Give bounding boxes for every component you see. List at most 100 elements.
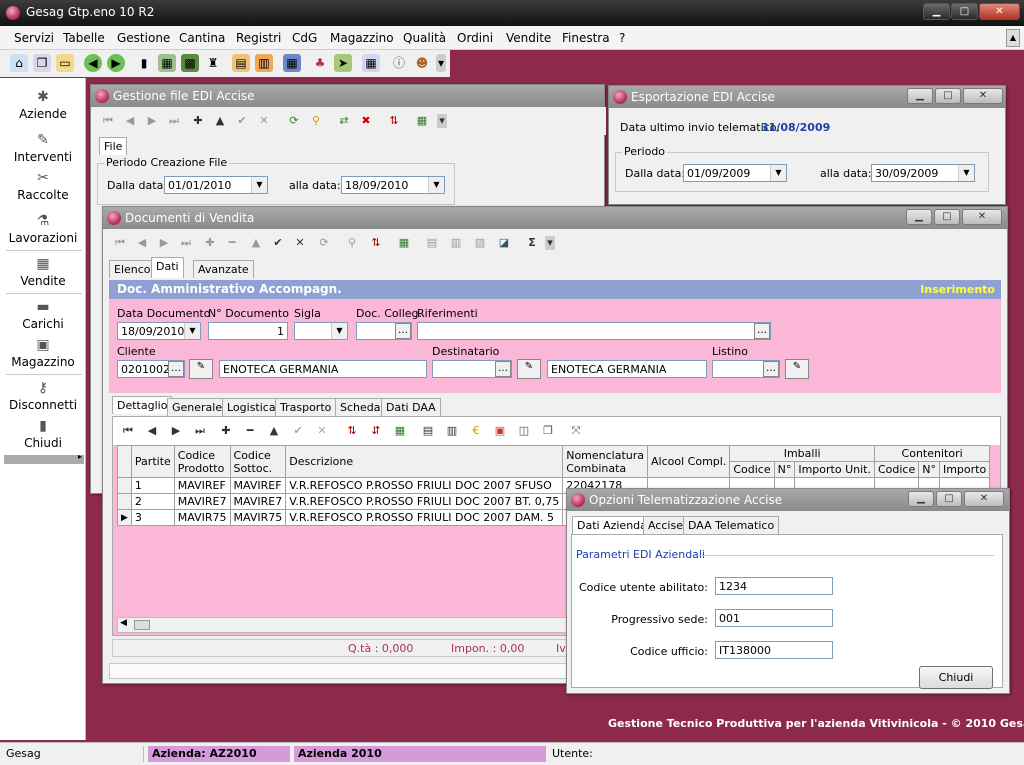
toolbar-overflow-icon[interactable]: ▾: [545, 236, 555, 250]
toolbar-overflow-icon[interactable]: ▾: [436, 54, 446, 72]
menu-tabelle[interactable]: Tabelle: [63, 31, 105, 45]
sidebar-item-interventi[interactable]: ✎ Interventi: [0, 131, 86, 164]
edit-cliente-icon[interactable]: ✎: [189, 359, 213, 379]
data-documento-input[interactable]: 18/09/2010 ▼: [117, 322, 201, 340]
cell-descrizione[interactable]: V.R.REFOSCO P.ROSSO FRIULI DOC 2007 SFUS…: [285, 477, 564, 494]
tab-scheda[interactable]: Scheda: [335, 398, 386, 416]
cell-descrizione[interactable]: V.R.REFOSCO P.ROSSO FRIULI DOC 2007 DAM.…: [285, 509, 564, 526]
cell-codice-sottoc[interactable]: MAVIRE7: [229, 493, 287, 510]
cell-codice-prodotto[interactable]: MAVIRE7: [173, 493, 231, 510]
menu-finestra[interactable]: Finestra: [562, 31, 610, 45]
tab-daa-telematico[interactable]: DAA Telematico: [683, 516, 780, 534]
next-icon[interactable]: ▶: [157, 236, 171, 250]
maximize-button[interactable]: □: [951, 3, 978, 20]
tab-generale[interactable]: Generale: [167, 398, 228, 416]
sort-icon[interactable]: ⇅: [387, 114, 401, 128]
export-maximize-button[interactable]: □: [935, 88, 961, 104]
last-icon[interactable]: ⏭: [193, 424, 207, 438]
cell-codice-sottoc[interactable]: MAVIR75: [229, 509, 287, 526]
print-icon[interactable]: ▥: [255, 54, 273, 72]
keyboard-icon[interactable]: ▤: [421, 424, 435, 438]
truck-icon[interactable]: ➤: [334, 54, 352, 72]
col-imballi-num[interactable]: N°: [773, 461, 796, 478]
first-icon[interactable]: ⏮: [113, 236, 127, 250]
menu-cdg[interactable]: CdG: [292, 31, 317, 45]
menu-qualita[interactable]: Qualità: [403, 31, 446, 45]
confirm-icon[interactable]: ✔: [235, 114, 249, 128]
edit-destinatario-icon[interactable]: ✎: [517, 359, 541, 379]
docs-minimize-button[interactable]: ▁: [906, 209, 932, 225]
cancel-icon[interactable]: ✕: [293, 236, 307, 250]
add-icon[interactable]: ✚: [191, 114, 205, 128]
ellipsis-icon[interactable]: …: [168, 361, 184, 377]
col-contenitori-codice[interactable]: Codice: [873, 461, 920, 478]
minimize-button[interactable]: ▁: [923, 3, 950, 20]
ellipsis-icon[interactable]: …: [754, 323, 770, 339]
ellipsis-icon[interactable]: …: [395, 323, 411, 339]
prev-icon[interactable]: ◀: [145, 424, 159, 438]
sidebar-item-magazzino[interactable]: ▣ Magazzino: [0, 336, 86, 369]
cell-codice-prodotto[interactable]: MAVIREF: [173, 477, 231, 494]
refresh-icon[interactable]: ⟳: [287, 114, 301, 128]
up-icon[interactable]: ▲: [249, 236, 263, 250]
tab-trasporto[interactable]: Trasporto: [275, 398, 337, 416]
cancel-icon[interactable]: ✕: [315, 424, 329, 438]
scroll-up-icon[interactable]: ▲: [1006, 29, 1020, 47]
last-icon[interactable]: ⏭: [179, 236, 193, 250]
tab-dati-azienda[interactable]: Dati Azienda: [572, 516, 652, 534]
menu-vendite[interactable]: Vendite: [506, 31, 551, 45]
close-button[interactable]: ✕: [979, 3, 1020, 20]
remove-row-icon[interactable]: ━: [243, 424, 257, 438]
chart-icon[interactable]: ▮: [135, 54, 153, 72]
from-date-input[interactable]: 01/01/2010 ▼: [164, 176, 268, 194]
cliente-name-input[interactable]: ENOTECA GERMANIA: [219, 360, 427, 378]
row-selector[interactable]: [117, 493, 132, 510]
codice-utente-input[interactable]: 1234: [715, 577, 833, 595]
home-icon[interactable]: ⌂: [10, 54, 28, 72]
tab-dati[interactable]: Dati: [151, 257, 184, 278]
excel-icon[interactable]: ▦: [397, 236, 411, 250]
col-partite[interactable]: Partite: [130, 445, 175, 478]
row-selector[interactable]: [117, 477, 132, 494]
back-icon[interactable]: ◀: [84, 54, 102, 72]
cancel-icon[interactable]: ✕: [257, 114, 271, 128]
menu-cantina[interactable]: Cantina: [179, 31, 225, 45]
add-icon[interactable]: ✚: [203, 236, 217, 250]
sidebar-item-aziende[interactable]: ✱ Aziende: [0, 88, 86, 121]
numero-documento-input[interactable]: 1: [208, 322, 288, 340]
sidebar-collapse-bar[interactable]: ▸: [4, 452, 84, 464]
wine-icon[interactable]: ♜: [204, 54, 222, 72]
chiudi-button[interactable]: Chiudi: [919, 666, 993, 689]
options-close-button[interactable]: ✕: [964, 491, 1004, 507]
destinatario-name-input[interactable]: ENOTECA GERMANIA: [547, 360, 707, 378]
col-descrizione[interactable]: Descrizione: [285, 445, 564, 478]
current-row-arrow-icon[interactable]: ▶: [117, 509, 132, 526]
tab-dettaglio[interactable]: Dettaglio: [112, 396, 173, 414]
dropdown-arrow-icon[interactable]: ▼: [428, 177, 444, 193]
first-icon[interactable]: ⏮: [121, 424, 135, 438]
riferimenti-input[interactable]: …: [417, 322, 771, 340]
export-from-input[interactable]: 01/09/2009 ▼: [683, 164, 787, 182]
dropdown-arrow-icon[interactable]: ▼: [331, 323, 347, 339]
export-close-button[interactable]: ✕: [963, 88, 1003, 104]
barcode-icon[interactable]: ▥: [445, 424, 459, 438]
export-icon[interactable]: ▧: [473, 236, 487, 250]
scroll-left-icon[interactable]: ◀: [120, 618, 127, 628]
menu-magazzino[interactable]: Magazzino: [330, 31, 394, 45]
map-icon[interactable]: ▩: [181, 54, 199, 72]
sort-icon[interactable]: ⇅: [345, 424, 359, 438]
first-icon[interactable]: ⏮: [101, 114, 115, 128]
refresh-icon[interactable]: ⟳: [317, 236, 331, 250]
menu-ordini[interactable]: Ordini: [457, 31, 493, 45]
palette-icon[interactable]: ▣: [493, 424, 507, 438]
sidebar-item-lavorazioni[interactable]: ⚗ Lavorazioni: [0, 212, 86, 245]
database-icon[interactable]: ▦: [283, 54, 301, 72]
col-codice-prodotto[interactable]: Codice Prodotto: [173, 445, 231, 478]
next-icon[interactable]: ▶: [145, 114, 159, 128]
col-imballi-codice[interactable]: Codice: [729, 461, 775, 478]
sigla-select[interactable]: ▼: [294, 322, 348, 340]
tab-logistica[interactable]: Logistica: [222, 398, 281, 416]
options-maximize-button[interactable]: □: [936, 491, 962, 507]
next-icon[interactable]: ▶: [169, 424, 183, 438]
confirm-icon[interactable]: ✔: [291, 424, 305, 438]
